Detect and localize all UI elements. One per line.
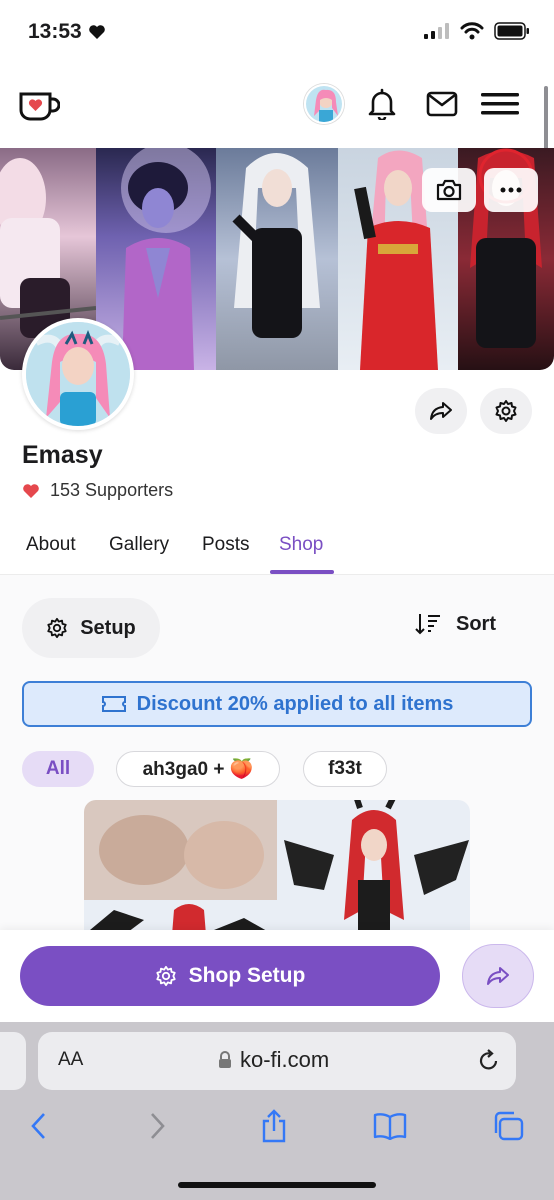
banner-photo-3 <box>216 148 338 370</box>
camera-button[interactable] <box>422 168 476 212</box>
profile-tabs: About Gallery Posts Shop <box>0 526 554 574</box>
profile-avatar[interactable] <box>22 318 134 430</box>
chevron-right-icon <box>151 1113 165 1139</box>
sort-button[interactable]: Sort <box>414 612 496 636</box>
lock-icon <box>219 1051 231 1068</box>
book-icon <box>373 1113 407 1140</box>
previous-tab-peek[interactable] <box>0 1032 26 1090</box>
menu-icon[interactable] <box>480 86 520 122</box>
avatar[interactable] <box>304 84 344 124</box>
status-icons <box>424 22 530 40</box>
product-card-image[interactable] <box>84 800 470 935</box>
signal-icon <box>424 23 449 39</box>
filter-chip-label: ah3ga0 + 🍑 <box>142 759 254 780</box>
share-button-browser[interactable] <box>254 1106 294 1146</box>
filter-chip-all[interactable]: All <box>22 751 94 787</box>
share-button[interactable] <box>462 944 534 1008</box>
status-bar: 13:53 <box>0 0 554 64</box>
tab-shop[interactable]: Shop <box>279 534 323 556</box>
supporters-count: 153 Supporters <box>22 480 173 501</box>
chevron-left-icon <box>31 1113 45 1139</box>
shop-setup-label: Shop Setup <box>188 964 306 987</box>
app-header <box>0 64 554 148</box>
home-indicator[interactable] <box>178 1182 376 1188</box>
heart-icon <box>23 483 39 498</box>
filter-chip-f33t[interactable]: f33t <box>303 751 387 787</box>
sort-icon <box>415 614 440 635</box>
filter-chip-label: All <box>45 758 71 779</box>
shop-setup-button[interactable]: Shop Setup <box>20 946 440 1006</box>
battery-icon <box>494 22 529 40</box>
discount-banner: Discount 20% applied to all items <box>22 681 532 727</box>
discount-text: Discount 20% applied to all items <box>136 692 454 715</box>
reload-button[interactable] <box>478 1048 500 1077</box>
browser-nav-row <box>0 1106 554 1146</box>
url-display[interactable]: ko-fi.com <box>218 1047 329 1073</box>
reader-aa-button[interactable]: AA <box>58 1049 83 1071</box>
sort-label: Sort <box>456 612 496 635</box>
reload-icon <box>479 1049 498 1070</box>
profile-name: Emasy <box>22 441 103 469</box>
status-time: 13:53 <box>28 20 106 44</box>
share-icon <box>262 1109 286 1143</box>
gear-icon <box>495 400 517 422</box>
setup-button[interactable]: Setup <box>22 598 160 658</box>
tabs-icon <box>494 1111 524 1141</box>
share-arrow-icon <box>487 967 509 985</box>
time-text: 13:53 <box>28 20 82 43</box>
browser-toolbar: AA ko-fi.com <box>0 1022 554 1200</box>
bookmarks-button[interactable] <box>370 1106 410 1146</box>
mail-icon[interactable] <box>422 86 462 122</box>
forward-button[interactable] <box>138 1106 178 1146</box>
settings-button[interactable] <box>480 388 532 434</box>
wifi-icon <box>460 22 484 40</box>
bell-icon[interactable] <box>362 86 402 122</box>
filter-chip-label: f33t <box>328 758 362 779</box>
heart-icon <box>88 25 105 39</box>
ticket-icon <box>101 696 126 712</box>
camera-icon <box>436 179 462 201</box>
filter-chip-ah3ga0[interactable]: ah3ga0 + 🍑 <box>116 751 280 787</box>
setup-label: Setup <box>80 616 136 639</box>
tab-gallery[interactable]: Gallery <box>109 534 169 556</box>
tab-posts[interactable]: Posts <box>202 534 250 556</box>
url-text: ko-fi.com <box>240 1047 330 1072</box>
tab-about[interactable]: About <box>26 534 76 556</box>
share-profile-button[interactable] <box>415 388 467 434</box>
back-button[interactable] <box>18 1106 58 1146</box>
share-arrow-icon <box>430 402 452 420</box>
aa-label: AA <box>58 1049 84 1070</box>
gear-icon <box>47 617 67 639</box>
bottom-action-bar: Shop Setup <box>0 930 554 1022</box>
tabs-button[interactable] <box>488 1106 528 1146</box>
more-button[interactable] <box>484 168 538 212</box>
address-bar[interactable]: AA ko-fi.com <box>38 1032 516 1090</box>
supporters-text: 153 Supporters <box>50 480 174 500</box>
gear-icon <box>156 965 176 987</box>
kofi-cup-logo[interactable] <box>18 90 61 122</box>
more-icon <box>500 187 522 193</box>
scrollbar-thumb[interactable] <box>544 86 548 150</box>
